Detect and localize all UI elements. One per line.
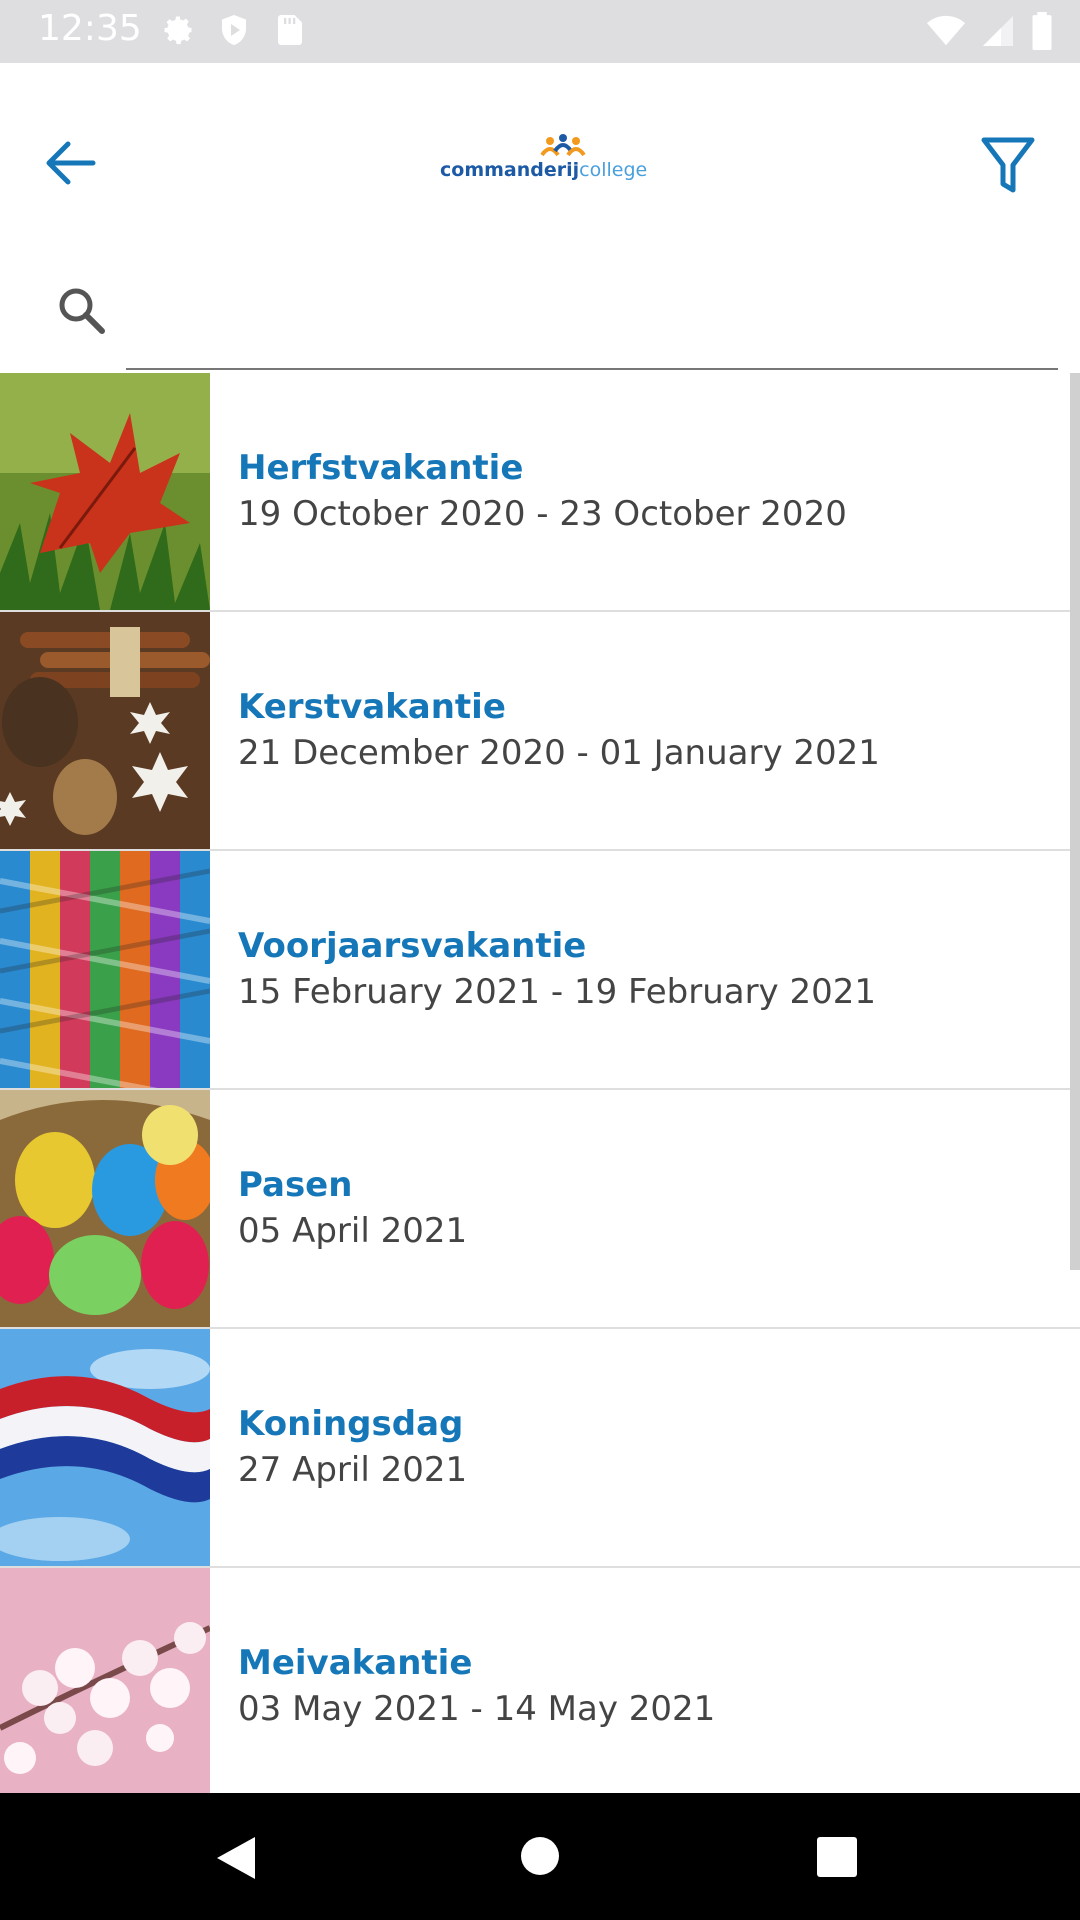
signal-icon: [983, 16, 1013, 46]
status-icons-left: [160, 12, 308, 48]
event-date: 27 April 2021: [238, 1450, 468, 1490]
event-date: 19 October 2020 - 23 October 2020: [238, 494, 847, 534]
cherry-blossom-image: [0, 1568, 210, 1793]
christmas-spices-image: [0, 612, 210, 849]
event-date: 21 December 2020 - 01 January 2021: [238, 733, 880, 773]
arrow-left-icon: [46, 141, 96, 185]
event-title: Voorjaarsvakantie: [238, 926, 587, 966]
list-item[interactable]: Pasen 05 April 2021: [0, 1090, 1080, 1329]
status-icons-right: [926, 12, 1054, 50]
logo-text: commanderijcollege: [440, 159, 647, 181]
search-icon: [59, 288, 105, 334]
event-title: Herfstvakantie: [238, 448, 524, 488]
event-title: Meivakantie: [238, 1643, 473, 1683]
status-bar: 12:35: [0, 0, 1080, 63]
easter-eggs-image: [0, 1090, 210, 1327]
event-date: 05 April 2021: [238, 1211, 468, 1251]
logo-text-part1: commanderij: [440, 159, 580, 181]
search-bar: [0, 257, 1080, 373]
carnival-streamers-image: [0, 851, 210, 1088]
event-list: Herfstvakantie 19 October 2020 - 23 Octo…: [0, 373, 1080, 1793]
search-input[interactable]: [126, 277, 1058, 327]
event-title: Pasen: [238, 1165, 353, 1205]
back-button[interactable]: [40, 133, 100, 193]
list-item[interactable]: Voorjaarsvakantie 15 February 2021 - 19 …: [0, 851, 1080, 1090]
list-item[interactable]: Herfstvakantie 19 October 2020 - 23 Octo…: [0, 373, 1080, 612]
list-item[interactable]: Meivakantie 03 May 2021 - 14 May 2021: [0, 1568, 1080, 1793]
item-text: Kerstvakantie 21 December 2020 - 01 Janu…: [210, 612, 880, 849]
nav-back-icon[interactable]: [215, 1835, 257, 1881]
settings-icon: [164, 16, 192, 45]
item-text: Meivakantie 03 May 2021 - 14 May 2021: [210, 1568, 715, 1793]
nav-recents-icon[interactable]: [817, 1837, 857, 1877]
nav-home-icon[interactable]: [520, 1836, 560, 1876]
item-text: Pasen 05 April 2021: [210, 1090, 467, 1327]
filter-button[interactable]: [976, 133, 1040, 197]
list-scrollbar[interactable]: [1070, 373, 1080, 1270]
search-underline: [126, 368, 1058, 370]
item-text: Voorjaarsvakantie 15 February 2021 - 19 …: [210, 851, 876, 1088]
shield-play-icon: [222, 15, 246, 45]
event-title: Koningsdag: [238, 1404, 464, 1444]
list-item[interactable]: Kerstvakantie 21 December 2020 - 01 Janu…: [0, 612, 1080, 851]
item-text: Koningsdag 27 April 2021: [210, 1329, 467, 1566]
logo: commanderijcollege: [440, 134, 647, 189]
item-text: Herfstvakantie 19 October 2020 - 23 Octo…: [210, 373, 847, 610]
list-item[interactable]: Koningsdag 27 April 2021: [0, 1329, 1080, 1568]
app-bar: commanderijcollege: [0, 63, 1080, 257]
battery-icon: [1032, 12, 1052, 50]
event-date: 15 February 2021 - 19 February 2021: [238, 972, 877, 1012]
status-time: 12:35: [38, 8, 142, 49]
event-date: 03 May 2021 - 14 May 2021: [238, 1689, 716, 1729]
wifi-icon: [927, 15, 965, 46]
system-nav-bar: [0, 1793, 1080, 1920]
autumn-leaf-image: [0, 373, 210, 610]
filter-icon: [981, 137, 1035, 193]
dutch-flag-image: [0, 1329, 210, 1566]
logo-text-part2: college: [579, 159, 648, 181]
sd-card-icon: [278, 15, 302, 45]
logo-mark-icon: [540, 134, 586, 157]
event-title: Kerstvakantie: [238, 687, 506, 727]
